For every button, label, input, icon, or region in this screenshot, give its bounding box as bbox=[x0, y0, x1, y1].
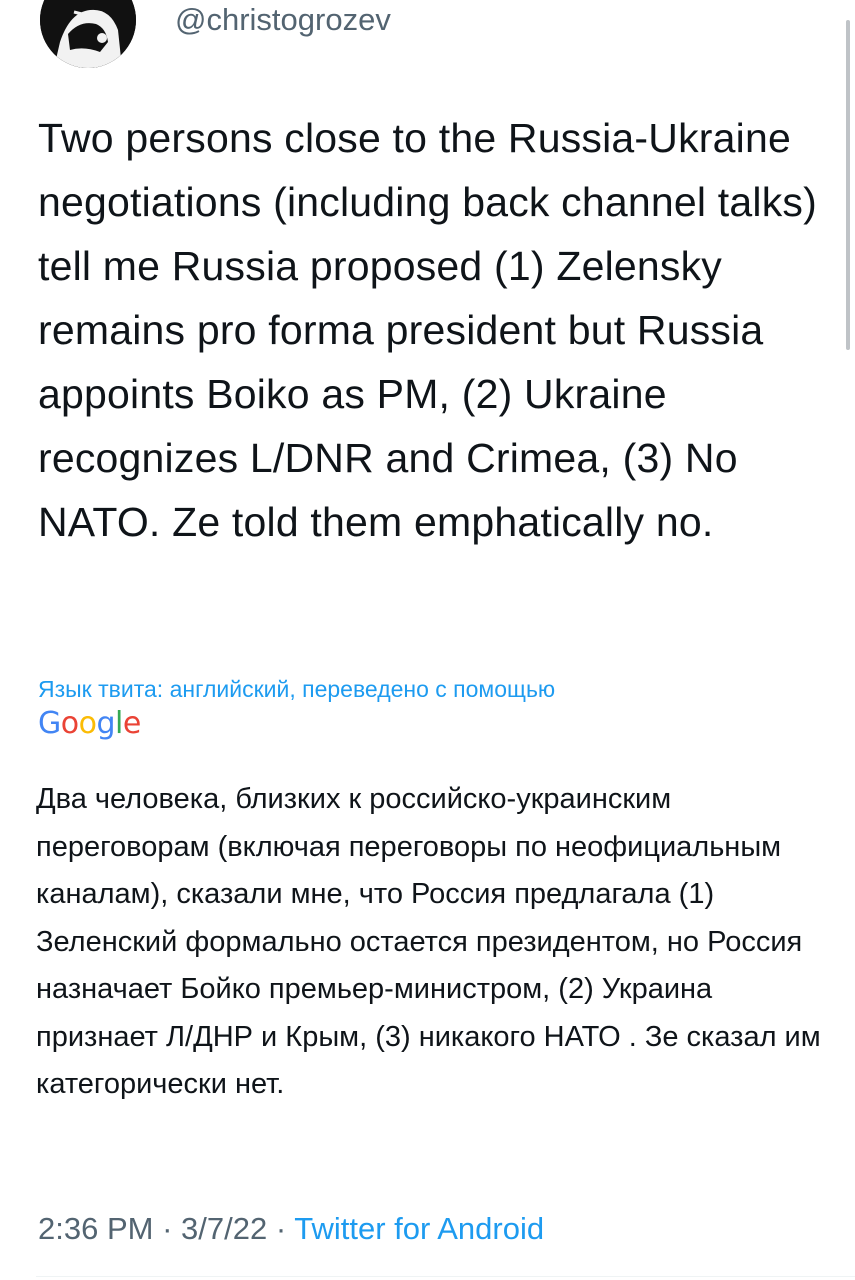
tweet-text: Two persons close to the Russia-Ukraine … bbox=[38, 115, 829, 545]
google-logo: Google bbox=[38, 704, 141, 744]
avatar[interactable] bbox=[40, 0, 136, 68]
scrollbar[interactable] bbox=[846, 20, 850, 350]
tweet-time[interactable]: 2:36 PM bbox=[38, 1211, 153, 1246]
divider bbox=[36, 1276, 855, 1277]
translated-text: Два человека, близких к российско-украин… bbox=[36, 783, 829, 1100]
tweet-source-link[interactable]: Twitter for Android bbox=[294, 1211, 544, 1246]
meta-separator: · bbox=[162, 1211, 173, 1246]
tweet-metadata: 2:36 PM · 3/7/22 · Twitter for Android bbox=[38, 1208, 544, 1250]
google-logo-letter: l bbox=[115, 706, 123, 741]
google-logo-letter: g bbox=[96, 706, 116, 741]
google-logo-letter: e bbox=[122, 706, 141, 741]
translation-note[interactable]: Язык твита: английский, переведено с пом… bbox=[38, 672, 828, 706]
meta-separator: · bbox=[275, 1211, 287, 1246]
tweet-date[interactable]: 3/7/22 bbox=[181, 1211, 267, 1246]
author-handle[interactable]: @christogrozev bbox=[175, 2, 391, 38]
avatar-portrait-icon bbox=[40, 0, 136, 68]
google-logo-letter: G bbox=[38, 706, 61, 741]
google-logo-letter: o bbox=[78, 706, 97, 741]
google-logo-letter: o bbox=[60, 706, 79, 741]
